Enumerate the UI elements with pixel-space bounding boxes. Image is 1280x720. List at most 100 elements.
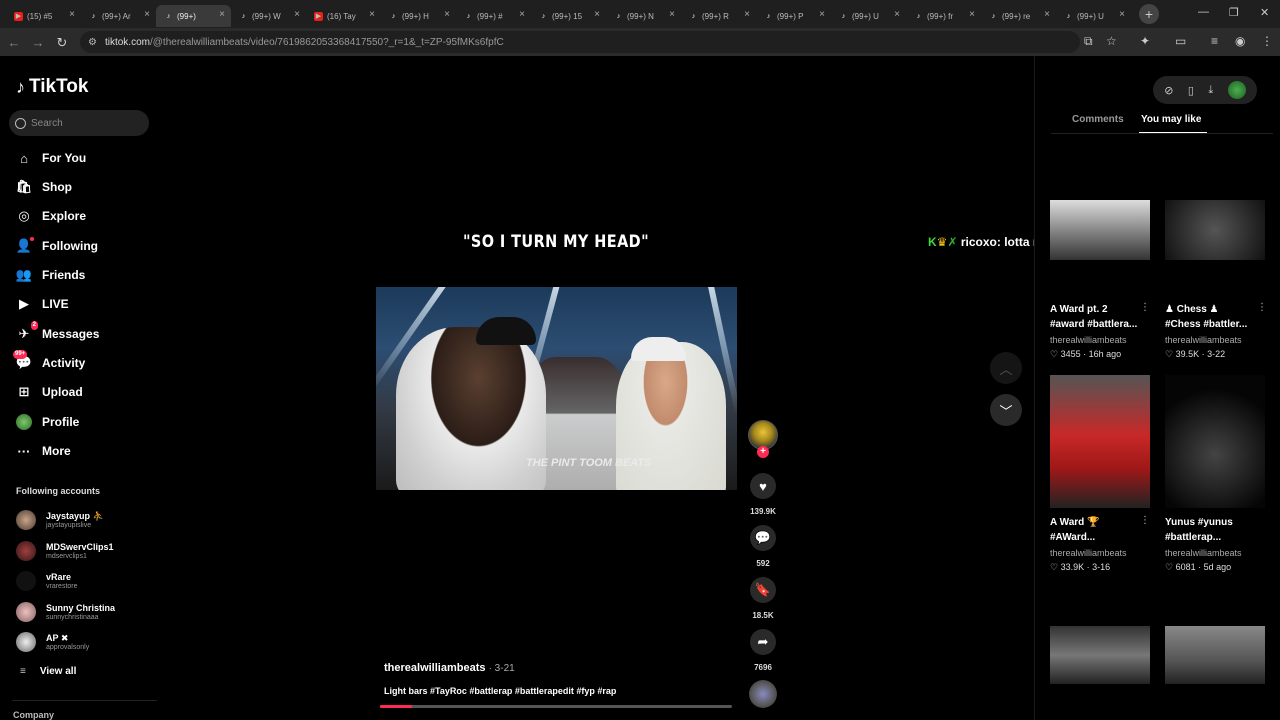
music-disc-icon[interactable]: [749, 680, 777, 708]
video-thumbnail[interactable]: [1165, 626, 1265, 684]
nav-for-you[interactable]: ⌂ For You: [16, 147, 86, 169]
card-title[interactable]: #award #battlera...: [1050, 317, 1146, 332]
browser-tab[interactable]: ♪ (99+) re ×: [981, 5, 1056, 27]
browser-tab[interactable]: ♪ (99+) Ar ×: [81, 5, 156, 27]
nav-activity[interactable]: 💬 99+ Activity: [13, 350, 85, 374]
following-account[interactable]: AP ✖ approvalsonly: [16, 628, 89, 656]
tab-you-may-like[interactable]: You may like: [1141, 114, 1201, 125]
card-title[interactable]: #Chess #battler...: [1165, 317, 1261, 332]
following-account[interactable]: Sunny Christina sunnychristinaaa: [16, 598, 115, 626]
like-button[interactable]: ♥: [750, 473, 776, 499]
close-tab-icon[interactable]: ×: [894, 9, 900, 20]
tiktok-logo[interactable]: ♪ TikTok: [16, 76, 88, 98]
browser-tab[interactable]: ♪ (99+) U ×: [1056, 5, 1131, 27]
browser-tab[interactable]: ♪ (99+) 15 ×: [531, 5, 606, 27]
browser-tab[interactable]: ▶ (16) Tay ×: [306, 5, 381, 27]
card-title[interactable]: ♟ Chess ♟: [1165, 302, 1261, 317]
card-title[interactable]: A Ward 🏆: [1050, 515, 1146, 530]
compass-icon[interactable]: ⊘: [1164, 84, 1173, 97]
close-window-icon[interactable]: ✕: [1260, 6, 1269, 19]
close-tab-icon[interactable]: ×: [669, 9, 675, 20]
card-author[interactable]: therealwilliambeats: [1165, 548, 1242, 558]
video-thumbnail[interactable]: [1050, 375, 1150, 508]
browser-tab[interactable]: ♪ (99+) U ×: [831, 5, 906, 27]
following-account[interactable]: Jaystayup ⛹ jaystayupislive: [16, 506, 104, 534]
close-tab-icon[interactable]: ×: [1119, 9, 1125, 20]
card-author[interactable]: therealwilliambeats: [1165, 335, 1242, 345]
download-icon[interactable]: ⤓: [1208, 84, 1213, 97]
split-view-icon[interactable]: ▭: [1175, 34, 1186, 48]
video-thumbnail[interactable]: [1165, 375, 1265, 508]
new-tab-button[interactable]: +: [1139, 4, 1159, 24]
card-title[interactable]: A Ward pt. 2: [1050, 302, 1146, 317]
video-thumbnail[interactable]: [1050, 626, 1150, 684]
previous-video-button[interactable]: ︿: [990, 352, 1022, 384]
nav-more[interactable]: ··· More: [16, 440, 71, 462]
user-avatar[interactable]: [1227, 81, 1246, 99]
video-thumbnail[interactable]: [1050, 200, 1150, 260]
card-title[interactable]: #AWard...: [1050, 530, 1146, 545]
close-tab-icon[interactable]: ×: [444, 9, 450, 20]
address-bar[interactable]: ⚙ tiktok.com /@therealwilliambeats/video…: [80, 31, 1080, 53]
search-input[interactable]: Search: [9, 110, 149, 136]
nav-explore[interactable]: ◎ Explore: [16, 205, 86, 227]
forward-icon[interactable]: →: [26, 35, 50, 50]
close-tab-icon[interactable]: ×: [744, 9, 750, 20]
follow-button[interactable]: +: [757, 446, 769, 458]
nav-upload[interactable]: ⊞ Upload: [16, 381, 83, 403]
tab-comments[interactable]: Comments: [1072, 114, 1124, 125]
nav-shop[interactable]: 🛍 Shop: [16, 176, 72, 198]
video-thumbnail[interactable]: [1165, 200, 1265, 260]
browser-tab[interactable]: ♪ (99+) fr ×: [906, 5, 981, 27]
card-author[interactable]: therealwilliambeats: [1050, 335, 1127, 345]
following-account[interactable]: vRare vrarestore: [16, 567, 78, 595]
close-tab-icon[interactable]: ×: [219, 9, 225, 20]
close-tab-icon[interactable]: ×: [1044, 9, 1050, 20]
card-title[interactable]: #battlerap...: [1165, 530, 1261, 545]
close-tab-icon[interactable]: ×: [369, 9, 375, 20]
video-progress-bar[interactable]: [380, 705, 732, 708]
reload-icon[interactable]: ↻: [50, 35, 74, 51]
close-tab-icon[interactable]: ×: [594, 9, 600, 20]
install-app-icon[interactable]: ⧉: [1084, 34, 1093, 49]
menu-icon[interactable]: ⋮: [1261, 34, 1273, 48]
media-controls-icon[interactable]: ≡: [1211, 34, 1218, 48]
close-tab-icon[interactable]: ×: [819, 9, 825, 20]
browser-tab[interactable]: ♪ (99+) N ×: [606, 5, 681, 27]
extensions-icon[interactable]: ✦: [1140, 34, 1150, 48]
browser-tab[interactable]: ♪ (99+) R ×: [681, 5, 756, 27]
browser-tab[interactable]: ♪ (99+) # ×: [456, 5, 531, 27]
more-options-icon[interactable]: ⋮: [1140, 302, 1150, 313]
following-account[interactable]: MDSwervClips1 mdservclips1: [16, 537, 114, 565]
share-button[interactable]: ➦: [750, 629, 776, 655]
bookmark-star-icon[interactable]: ☆: [1106, 34, 1117, 48]
card-title[interactable]: Yunus #yunus: [1165, 515, 1261, 530]
browser-tab[interactable]: ♪ (99+) W ×: [231, 5, 306, 27]
comment-button[interactable]: 💬: [750, 525, 776, 551]
close-tab-icon[interactable]: ×: [294, 9, 300, 20]
close-tab-icon[interactable]: ×: [969, 9, 975, 20]
close-tab-icon[interactable]: ×: [69, 9, 75, 20]
view-all-button[interactable]: ≡ View all: [20, 666, 76, 677]
save-button[interactable]: 🔖: [750, 577, 776, 603]
maximize-icon[interactable]: ❐: [1229, 6, 1239, 19]
browser-tab[interactable]: ♪ (99+) H ×: [381, 5, 456, 27]
video-author[interactable]: therealwilliambeats: [384, 662, 486, 674]
browser-tab[interactable]: ♪ (99+) ×: [156, 5, 231, 27]
close-tab-icon[interactable]: ×: [519, 9, 525, 20]
more-options-icon[interactable]: ⋮: [1257, 302, 1267, 313]
nav-live[interactable]: ▶ LIVE: [16, 293, 69, 315]
profile-icon[interactable]: ◉: [1235, 34, 1245, 48]
nav-following[interactable]: 👤 Following: [16, 235, 98, 257]
nav-messages[interactable]: ✈ 2 Messages: [16, 321, 99, 345]
browser-tab[interactable]: ▶ (15) #5 ×: [6, 5, 81, 27]
company-link[interactable]: Company: [13, 710, 54, 720]
more-options-icon[interactable]: ⋮: [1140, 515, 1150, 526]
nav-friends[interactable]: 👥 Friends: [16, 264, 85, 286]
site-info-icon[interactable]: ⚙: [88, 37, 97, 48]
card-author[interactable]: therealwilliambeats: [1050, 548, 1127, 558]
close-tab-icon[interactable]: ×: [144, 9, 150, 20]
nav-profile[interactable]: Profile: [16, 411, 79, 433]
video-player[interactable]: THE PINT TOOM BEATS: [376, 287, 737, 490]
device-icon[interactable]: ▯: [1188, 84, 1194, 97]
